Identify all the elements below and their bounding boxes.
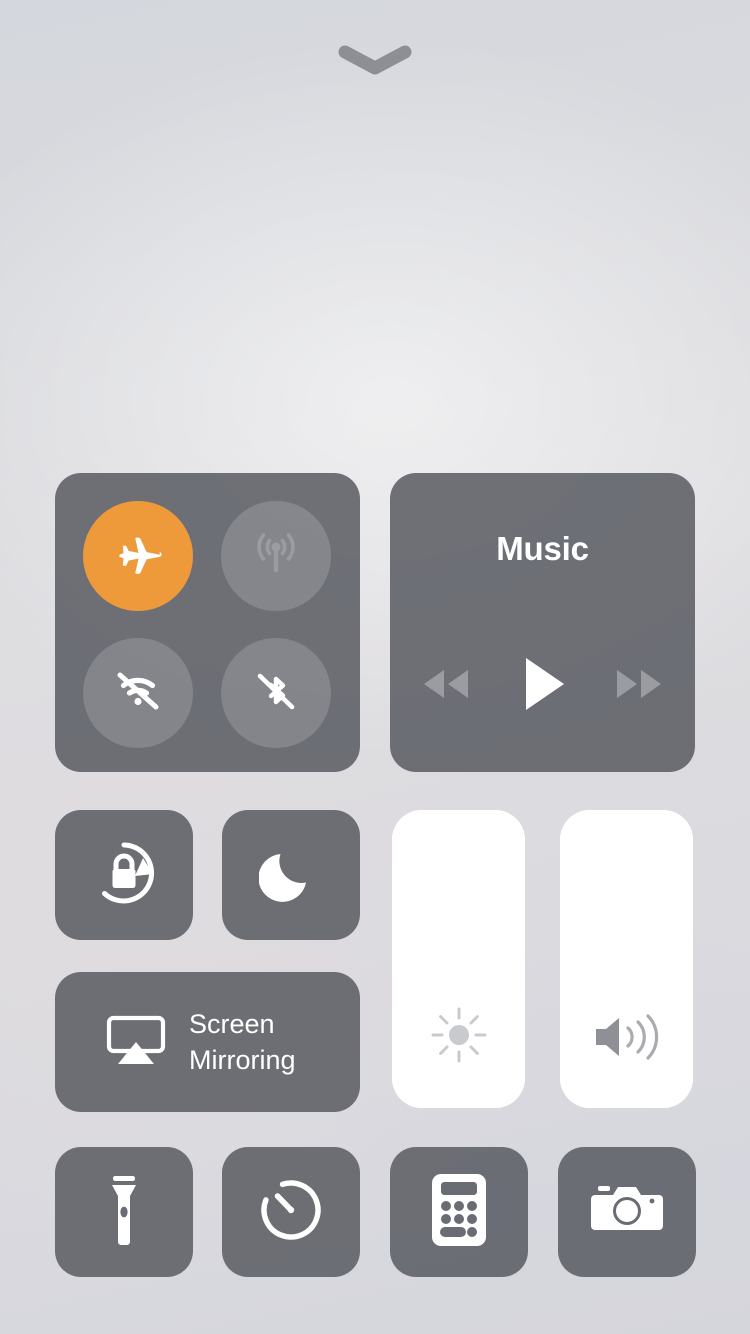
rewind-icon (415, 662, 477, 711)
music-module[interactable]: Music (390, 473, 695, 772)
timer-button[interactable] (222, 1147, 360, 1277)
camera-icon (589, 1179, 665, 1246)
cellular-icon (245, 523, 307, 590)
volume-slider[interactable] (560, 810, 693, 1108)
moon-icon (258, 841, 323, 910)
connectivity-module (55, 473, 360, 772)
camera-button[interactable] (558, 1147, 696, 1277)
music-title: Music (496, 530, 589, 567)
wifi-off-icon (107, 660, 169, 727)
screen-mirroring-label: Screen Mirroring (189, 1009, 296, 1075)
flashlight-icon (98, 1172, 150, 1253)
cellular-data-toggle[interactable] (221, 501, 331, 611)
airplay-icon (105, 1012, 167, 1073)
bluetooth-toggle[interactable] (221, 638, 331, 748)
bluetooth-off-icon (245, 660, 307, 727)
rotation-lock-button[interactable] (55, 810, 193, 940)
calculator-button[interactable] (390, 1147, 528, 1277)
forward-icon (608, 662, 670, 711)
dismiss-handle[interactable] (0, 44, 750, 78)
chevron-down-icon (337, 44, 413, 78)
airplane-icon (110, 526, 166, 587)
fast-forward-button[interactable] (597, 651, 681, 721)
calculator-icon (430, 1172, 488, 1253)
flashlight-button[interactable] (55, 1147, 193, 1277)
rotation-lock-icon (87, 836, 161, 915)
wifi-toggle[interactable] (83, 638, 193, 748)
rewind-button[interactable] (404, 651, 488, 721)
brightness-icon (429, 1005, 489, 1070)
do-not-disturb-button[interactable] (222, 810, 360, 940)
timer-icon (256, 1175, 326, 1250)
brightness-slider[interactable] (392, 810, 525, 1108)
screen-mirroring-button[interactable]: Screen Mirroring (55, 972, 360, 1112)
volume-icon (590, 1009, 664, 1070)
control-center-panel: Music Screen Mirroring (0, 0, 750, 1334)
airplane-mode-toggle[interactable] (83, 501, 193, 611)
play-icon (518, 655, 568, 718)
play-button[interactable] (501, 651, 585, 721)
